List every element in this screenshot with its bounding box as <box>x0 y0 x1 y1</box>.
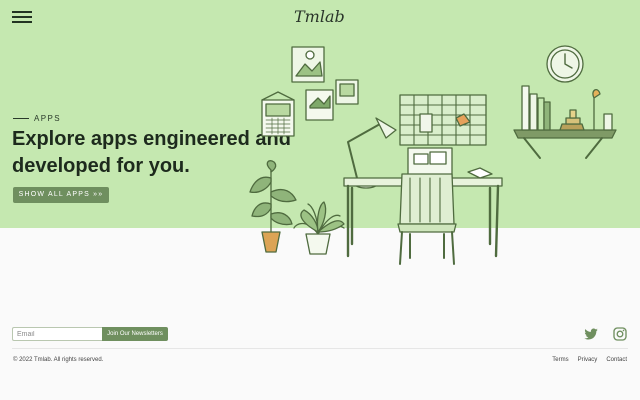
show-all-apps-button[interactable]: SHOW ALL APPS »» <box>13 187 109 203</box>
wall-shelf <box>513 129 617 139</box>
footer-nav: Terms Privacy Contact <box>552 357 627 363</box>
eyebrow-label: APPS <box>34 114 61 123</box>
eyebrow-line <box>13 118 29 119</box>
copyright-text: © 2022 Tmlab. All rights reserved. <box>13 357 104 363</box>
plant-pot-white <box>305 233 331 255</box>
svg-text:Tmlab: Tmlab <box>294 7 345 26</box>
privacy-link[interactable]: Privacy <box>578 357 598 363</box>
terms-link[interactable]: Terms <box>552 357 568 363</box>
pinboard <box>399 94 487 146</box>
contact-link[interactable]: Contact <box>606 357 627 363</box>
logo[interactable]: Tmlab <box>292 4 352 28</box>
chair <box>399 173 455 225</box>
footer-divider <box>12 348 628 349</box>
email-input[interactable] <box>12 327 102 341</box>
twitter-icon[interactable] <box>583 326 599 342</box>
hamburger-menu-icon[interactable] <box>12 11 33 25</box>
workspace-illustration <box>249 45 617 265</box>
instagram-icon[interactable] <box>612 326 628 342</box>
section-eyebrow: APPS <box>13 114 61 123</box>
newsletter-form: Join Our Newsletters <box>12 327 168 341</box>
join-newsletter-button[interactable]: Join Our Newsletters <box>102 327 168 341</box>
plant-pot <box>261 231 281 253</box>
